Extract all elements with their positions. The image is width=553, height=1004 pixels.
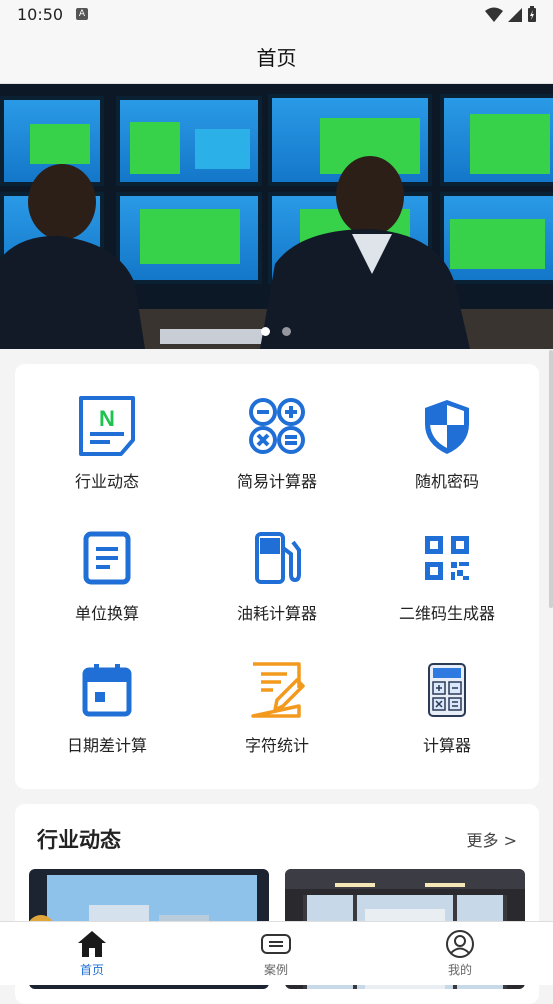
status-bar: 10:50 A [0, 0, 553, 30]
tool-calculator[interactable]: 计算器 [360, 628, 534, 760]
edit-note-icon [247, 660, 307, 720]
tool-label: 日期差计算 [66, 736, 147, 755]
tool-date-difference[interactable]: 日期差计算 [20, 628, 194, 760]
svg-text:N: N [99, 406, 115, 431]
tool-fuel-calculator[interactable]: 油耗计算器 [190, 496, 364, 628]
carousel-dot[interactable] [282, 327, 291, 336]
signal-icon [508, 7, 522, 22]
tool-label: 随机密码 [414, 472, 479, 491]
banner-carousel[interactable] [0, 84, 553, 349]
tool-label: 二维码生成器 [398, 604, 495, 623]
tool-label: 行业动态 [74, 472, 139, 491]
document-icon [77, 528, 137, 588]
tool-qr-generator[interactable]: 二维码生成器 [360, 496, 534, 628]
tools-card: N 行业动态 简易计算器 随机密码 单位换算 油耗计算器 二维码生成器 日期差计… [15, 364, 539, 789]
tool-simple-calculator[interactable]: 简易计算器 [190, 364, 364, 496]
notification-icon: A [76, 8, 88, 20]
profile-icon [445, 930, 475, 958]
tool-label: 单位换算 [74, 604, 139, 623]
shield-icon [417, 396, 477, 456]
tab-profile[interactable]: 我的 [368, 922, 552, 985]
tool-unit-conversion[interactable]: 单位换算 [20, 496, 194, 628]
calculator-icon [417, 660, 477, 720]
tab-cases[interactable]: 案例 [184, 922, 368, 985]
tool-character-count[interactable]: 字符统计 [190, 628, 364, 760]
qr-code-icon [417, 528, 477, 588]
tab-label: 案例 [263, 963, 288, 977]
title-bar: 首页 [0, 30, 553, 84]
status-icons [485, 6, 537, 23]
tool-industry-news[interactable]: N 行业动态 [20, 364, 194, 496]
tab-label: 首页 [79, 963, 104, 977]
tool-random-password[interactable]: 随机密码 [360, 364, 534, 496]
tool-label: 字符统计 [244, 736, 309, 755]
page-title: 首页 [256, 46, 297, 70]
tab-home[interactable]: 首页 [0, 922, 184, 985]
wifi-icon [485, 7, 503, 22]
tool-label: 计算器 [422, 736, 471, 755]
news-icon: N [77, 396, 137, 456]
cases-icon [260, 930, 292, 958]
news-more-link[interactable]: 更多 > [467, 827, 518, 851]
tool-label: 油耗计算器 [236, 604, 317, 623]
news-section-title: 行业动态 [37, 828, 121, 852]
fuel-icon [247, 528, 307, 588]
tool-label: 简易计算器 [236, 472, 317, 491]
status-time: 10:50 [17, 5, 64, 24]
battery-icon [528, 6, 536, 22]
calendar-icon [77, 660, 137, 720]
tools-grid: N 行业动态 简易计算器 随机密码 单位换算 油耗计算器 二维码生成器 日期差计… [15, 364, 539, 789]
carousel-dot-active[interactable] [261, 327, 270, 336]
home-icon [77, 930, 107, 958]
calculator-ops-icon [247, 396, 307, 456]
scrollbar[interactable] [549, 350, 553, 608]
tab-label: 我的 [447, 963, 472, 977]
bottom-tab-bar: 首页 案例 我的 [0, 921, 553, 985]
banner-image [0, 84, 553, 349]
